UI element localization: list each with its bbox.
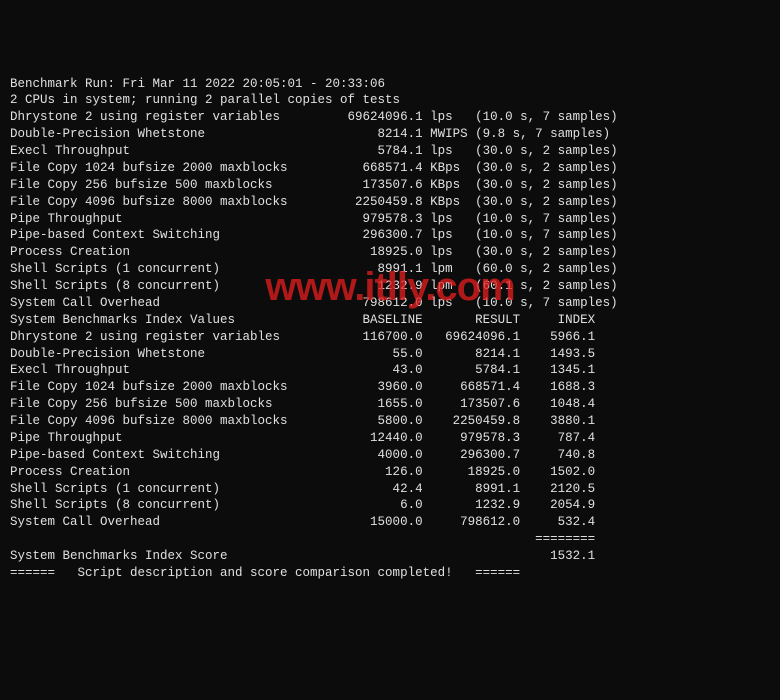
terminal-line: Process Creation 126.0 18925.0 1502.0 [10,464,770,481]
terminal-line: File Copy 1024 bufsize 2000 maxblocks 66… [10,160,770,177]
terminal-line: Shell Scripts (1 concurrent) 42.4 8991.1… [10,481,770,498]
terminal-line: Pipe Throughput 979578.3 lps (10.0 s, 7 … [10,211,770,228]
terminal-line: File Copy 256 bufsize 500 maxblocks 1655… [10,396,770,413]
terminal-line: Shell Scripts (1 concurrent) 8991.1 lpm … [10,261,770,278]
terminal-line: System Call Overhead 798612.0 lps (10.0 … [10,295,770,312]
terminal-line: Process Creation 18925.0 lps (30.0 s, 2 … [10,244,770,261]
terminal-line: ======== [10,531,770,548]
terminal-line: Pipe-based Context Switching 4000.0 2963… [10,447,770,464]
terminal-line: System Benchmarks Index Values BASELINE … [10,312,770,329]
terminal-line: File Copy 4096 bufsize 8000 maxblocks 22… [10,194,770,211]
terminal-line: System Call Overhead 15000.0 798612.0 53… [10,514,770,531]
terminal-line: ====== Script description and score comp… [10,565,770,582]
terminal-line: Double-Precision Whetstone 8214.1 MWIPS … [10,126,770,143]
terminal-line: 2 CPUs in system; running 2 parallel cop… [10,92,770,109]
terminal-line: System Benchmarks Index Score 1532.1 [10,548,770,565]
terminal-line: Execl Throughput 43.0 5784.1 1345.1 [10,362,770,379]
terminal-line: Benchmark Run: Fri Mar 11 2022 20:05:01 … [10,76,770,93]
terminal-line: Dhrystone 2 using register variables 696… [10,109,770,126]
terminal-line: Execl Throughput 5784.1 lps (30.0 s, 2 s… [10,143,770,160]
terminal-line: File Copy 4096 bufsize 8000 maxblocks 58… [10,413,770,430]
terminal-line: File Copy 256 bufsize 500 maxblocks 1735… [10,177,770,194]
terminal-line: Shell Scripts (8 concurrent) 1232.9 lpm … [10,278,770,295]
terminal-output: Benchmark Run: Fri Mar 11 2022 20:05:01 … [10,76,770,582]
terminal-line: File Copy 1024 bufsize 2000 maxblocks 39… [10,379,770,396]
terminal-line: Shell Scripts (8 concurrent) 6.0 1232.9 … [10,497,770,514]
terminal-line: Double-Precision Whetstone 55.0 8214.1 1… [10,346,770,363]
terminal-line: Pipe Throughput 12440.0 979578.3 787.4 [10,430,770,447]
terminal-line: Dhrystone 2 using register variables 116… [10,329,770,346]
terminal-line: Pipe-based Context Switching 296300.7 lp… [10,227,770,244]
